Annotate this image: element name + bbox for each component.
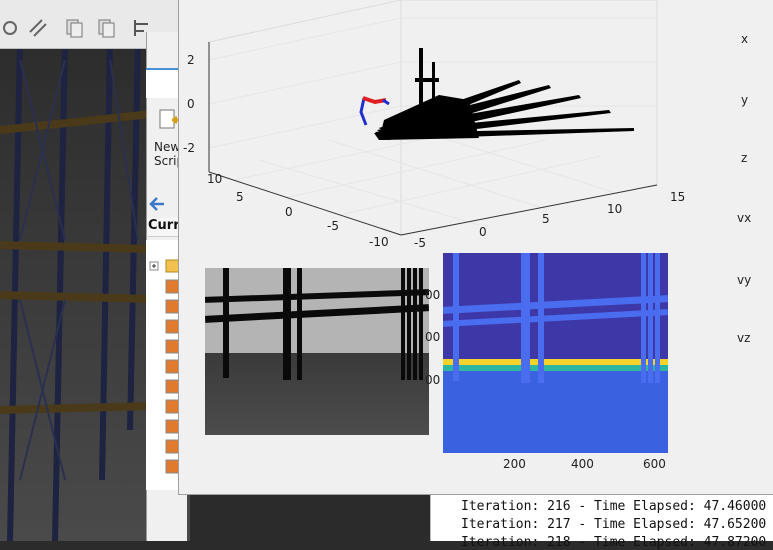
- depth-y-tick: 00: [425, 373, 441, 387]
- x-tick: -5: [327, 219, 339, 233]
- plot3d-axes[interactable]: [179, 0, 679, 250]
- y-tick: 5: [542, 212, 550, 226]
- state-label-vz: vz: [737, 331, 751, 345]
- z-tick: -2: [183, 141, 195, 155]
- back-arrow-icon[interactable]: [148, 195, 166, 213]
- state-label-x: x: [741, 32, 749, 46]
- copy-icon[interactable]: [64, 18, 84, 38]
- tool-icon[interactable]: [2, 18, 22, 38]
- camera-image: [205, 268, 429, 435]
- z-tick: 2: [187, 53, 195, 67]
- state-label-z: z: [741, 151, 748, 165]
- command-output-line: Iteration: 216 - Time Elapsed: 47.46000: [461, 499, 767, 514]
- depth-x-tick: 400: [571, 457, 594, 471]
- layers-icon[interactable]: [28, 18, 48, 38]
- paste-icon[interactable]: [96, 18, 116, 38]
- x-tick: -10: [369, 235, 389, 249]
- depth-image: [443, 253, 668, 453]
- x-tick: 0: [285, 205, 293, 219]
- state-label-vx: vx: [737, 211, 752, 225]
- trajectory-blue: [359, 97, 368, 126]
- y-tick: 15: [670, 190, 686, 204]
- command-window[interactable]: Iteration: 216 - Time Elapsed: 47.46000 …: [430, 495, 773, 550]
- y-tick: -5: [414, 236, 426, 250]
- state-label-y: y: [741, 93, 749, 107]
- depth-x-tick: 200: [503, 457, 526, 471]
- state-label-vy: vy: [737, 273, 752, 287]
- depth-y-tick: 00: [425, 288, 441, 302]
- y-tick: 0: [479, 225, 487, 239]
- depth-y-tick: 00: [425, 330, 441, 344]
- figure-window: 2 0 -2 10 5 0 -5 -10 -5 0 5 10 15 x y z …: [178, 0, 773, 495]
- command-output-line: Iteration: 218 - Time Elapsed: 47.87200: [461, 535, 767, 550]
- x-tick: 10: [207, 172, 223, 186]
- depth-x-tick: 600: [643, 457, 666, 471]
- y-tick: 10: [607, 202, 623, 216]
- command-output-line: Iteration: 217 - Time Elapsed: 47.65200: [461, 517, 767, 532]
- x-tick: 5: [236, 190, 244, 204]
- new-script-icon[interactable]: [158, 108, 180, 132]
- z-tick: 0: [187, 97, 195, 111]
